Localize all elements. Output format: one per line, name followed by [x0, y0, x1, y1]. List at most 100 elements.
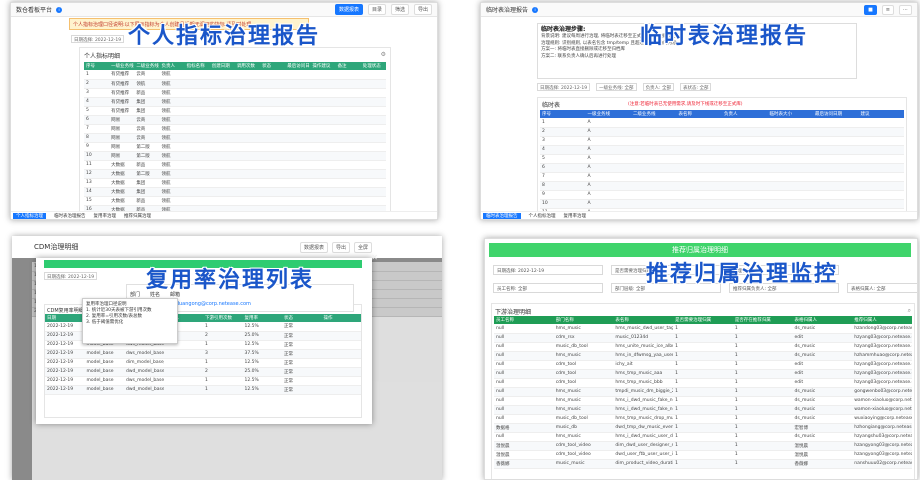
- table-row[interactable]: 6A: [540, 163, 904, 173]
- table-row[interactable]: null cdm_tool hms_tmp_music_aaa 1 1 edit hzyan…: [494, 369, 912, 379]
- table-row[interactable]: 2022-12-19model_basedws_model_base_trade…: [45, 349, 361, 359]
- column-header[interactable]: 一级业务线: [109, 62, 135, 70]
- table-row[interactable]: 9A: [540, 190, 904, 200]
- filter-select[interactable]: 员工名称: 全部: [493, 283, 603, 293]
- filter-select[interactable]: 负责人: 全部: [642, 83, 675, 91]
- table-row[interactable]: 14 大数据 集团 领航: [84, 187, 386, 197]
- filter-select[interactable]: 表状态: 全部: [680, 83, 712, 91]
- close-icon[interactable]: ✕: [371, 253, 378, 262]
- toolbar-button[interactable]: 全屏: [353, 242, 372, 253]
- footer-tab[interactable]: 复用率治理: [564, 213, 587, 219]
- column-header[interactable]: 日期: [45, 314, 85, 322]
- search-icon[interactable]: ⌕: [908, 307, 911, 315]
- column-header[interactable]: 员工名称: [494, 316, 554, 324]
- table-row[interactable]: 9 网易 第二版 领航: [84, 142, 386, 152]
- filter-select[interactable]: 一级业务线: 全部: [596, 83, 637, 91]
- toolbar-button[interactable]: ≡: [881, 4, 894, 15]
- table-row[interactable]: nullhms_musichms_i_dwd_music_fake_not_sa…: [494, 396, 912, 406]
- table-row[interactable]: 11 大数据 新品 领航: [84, 160, 386, 170]
- table-row[interactable]: 2022-12-19model_basedim_model_base_shop_…: [45, 358, 361, 368]
- footer-tab[interactable]: 个人指标治理: [13, 212, 46, 219]
- column-header[interactable]: 创建日期: [209, 62, 235, 70]
- column-header[interactable]: 是否存在推荐归属: [732, 316, 793, 324]
- table-row[interactable]: null cdm_tool hms_tmp_music_bbb 1 1 edit hzyan…: [494, 378, 912, 388]
- column-header[interactable]: 复用率: [242, 314, 282, 322]
- column-header[interactable]: 负责人: [159, 62, 185, 70]
- column-header[interactable]: 最后访问日期: [285, 62, 311, 70]
- table-row[interactable]: 1 有贷推荐 云商 领航: [84, 70, 386, 80]
- column-header[interactable]: 备注: [335, 62, 361, 70]
- column-header[interactable]: 表名称: [613, 316, 674, 324]
- table-row[interactable]: nullmusic_db_toolhms_tmp_music_drop_musi…: [494, 414, 912, 424]
- column-header[interactable]: 调用次数: [234, 62, 261, 70]
- table-row[interactable]: 2022-12-19model_basedws_model_base_sale_…: [45, 376, 361, 386]
- column-header[interactable]: 状态: [260, 62, 286, 70]
- column-header[interactable]: 部门名称: [553, 316, 614, 324]
- footer-tab[interactable]: 临时表治理报告: [483, 212, 521, 219]
- table-row[interactable]: 5 有贷推荐 集团 领航: [84, 106, 386, 116]
- table-row[interactable]: nullhms_musichms_in_dfwmsg_yaa_user_dura…: [494, 351, 912, 361]
- column-header[interactable]: 操作建议: [310, 62, 336, 70]
- column-header[interactable]: 处理状态: [360, 62, 386, 70]
- footer-tab[interactable]: 个人指标治理: [529, 213, 556, 219]
- table-row[interactable]: 2A: [540, 127, 904, 137]
- date-filter[interactable]: 日期选择: 2022-12-19: [44, 272, 98, 280]
- footer-tab[interactable]: 复用率治理: [94, 213, 117, 219]
- column-header[interactable]: 二级业务线: [631, 110, 677, 118]
- gear-icon[interactable]: ⚙: [381, 51, 386, 58]
- table-row[interactable]: 8A: [540, 181, 904, 191]
- table-row[interactable]: 1A: [540, 118, 904, 128]
- table-row[interactable]: nullhms_musichms_i_dwd_music_fake_not_sa…: [494, 405, 912, 415]
- column-header[interactable]: 指标名称: [184, 62, 210, 70]
- info-icon[interactable]: i: [532, 6, 539, 13]
- info-icon[interactable]: i: [56, 6, 63, 13]
- table-row[interactable]: null music_db_tool hms_unite_music_ice_alb…: [494, 342, 912, 352]
- date-filter[interactable]: 日期选择: 2022-12-19: [71, 34, 125, 43]
- table-row[interactable]: 4A: [540, 145, 904, 155]
- table-row[interactable]: 4 有贷推荐 集团 领航: [84, 97, 386, 107]
- toolbar-button[interactable]: ⋯: [899, 4, 912, 15]
- toolbar-button[interactable]: 筛选: [390, 4, 409, 15]
- column-header[interactable]: 状态: [282, 314, 322, 322]
- column-header[interactable]: 表格归属人: [792, 316, 853, 324]
- table-row[interactable]: 6 网易 云商 领航: [84, 115, 386, 125]
- column-header[interactable]: 下游引用次数: [203, 314, 243, 322]
- toolbar-button[interactable]: 导出: [331, 242, 350, 253]
- column-header[interactable]: 序号: [84, 62, 110, 70]
- table-row[interactable]: 8 网易 云商 领航: [84, 133, 386, 143]
- table-row[interactable]: 2022-12-19model_basedwd_model_base_item_…: [45, 367, 361, 377]
- footer-tab[interactable]: 临时表治理报告: [54, 213, 86, 219]
- toolbar-button[interactable]: 数据报表: [299, 242, 328, 253]
- column-header[interactable]: 临时表大小: [767, 110, 813, 118]
- table-row[interactable]: null cdm_rsx music_01234d 1 1 edit hzyang03@co…: [494, 333, 912, 343]
- table-row[interactable]: 3 有贷推荐 新品 领航: [84, 88, 386, 98]
- table-row[interactable]: 温悦晨 cdm_tool_video dwd_user_ftb_user_user_…: [494, 450, 912, 460]
- column-header[interactable]: 序号: [540, 110, 586, 118]
- table-row[interactable]: 10 A: [540, 199, 904, 209]
- table-row[interactable]: nullhms_musichms_i_dwd_music_user_daily_…: [494, 432, 912, 442]
- toolbar-button[interactable]: 导出: [413, 4, 432, 15]
- table-row[interactable]: 7 网易 云商 领航: [84, 124, 386, 134]
- table-row[interactable]: 2 有贷推荐 领航 领航: [84, 79, 386, 89]
- footer-tab[interactable]: 推荐归属治理: [124, 213, 151, 219]
- filter-select[interactable]: 日期选择: 2022-12-19: [537, 83, 591, 91]
- table-row[interactable]: 10 网易 第二版 领航: [84, 151, 386, 161]
- table-row[interactable]: nullhms_musichms_music_dwd_user_tag_bigg…: [494, 324, 912, 334]
- toolbar-button[interactable]: 目录: [367, 4, 386, 15]
- column-header[interactable]: 推荐归属人: [852, 316, 912, 324]
- column-header[interactable]: 负责人: [722, 110, 768, 118]
- column-header[interactable]: 二级业务线: [134, 62, 160, 70]
- table-row[interactable]: 2022-12-19model_basedwd_model_base_pay_d…: [45, 385, 361, 395]
- table-row[interactable]: 香薇娜music_musicdim_product_video_duration…: [494, 459, 912, 469]
- column-header[interactable]: 表名称: [676, 110, 722, 118]
- toolbar-button[interactable]: ■: [864, 4, 877, 15]
- table-row[interactable]: null cdm_tool ichy_ait 1 1 edit hzyang03@corp.…: [494, 360, 912, 370]
- filter-select[interactable]: 日期选择: 2022-12-19: [493, 265, 603, 275]
- table-row[interactable]: nullhms_musictmpdi_music_dm_biggie_2_cod…: [494, 387, 912, 397]
- column-header[interactable]: 最后访问日期: [813, 110, 859, 118]
- toolbar-button[interactable]: 数据报表: [334, 4, 363, 15]
- table-row[interactable]: 数据格 music_db dwd_tmp_dw_music_event 1 1 宏智博 hz…: [494, 423, 912, 433]
- table-row[interactable]: 5A: [540, 154, 904, 164]
- table-row[interactable]: 7A: [540, 172, 904, 182]
- column-header[interactable]: 建议: [858, 110, 904, 118]
